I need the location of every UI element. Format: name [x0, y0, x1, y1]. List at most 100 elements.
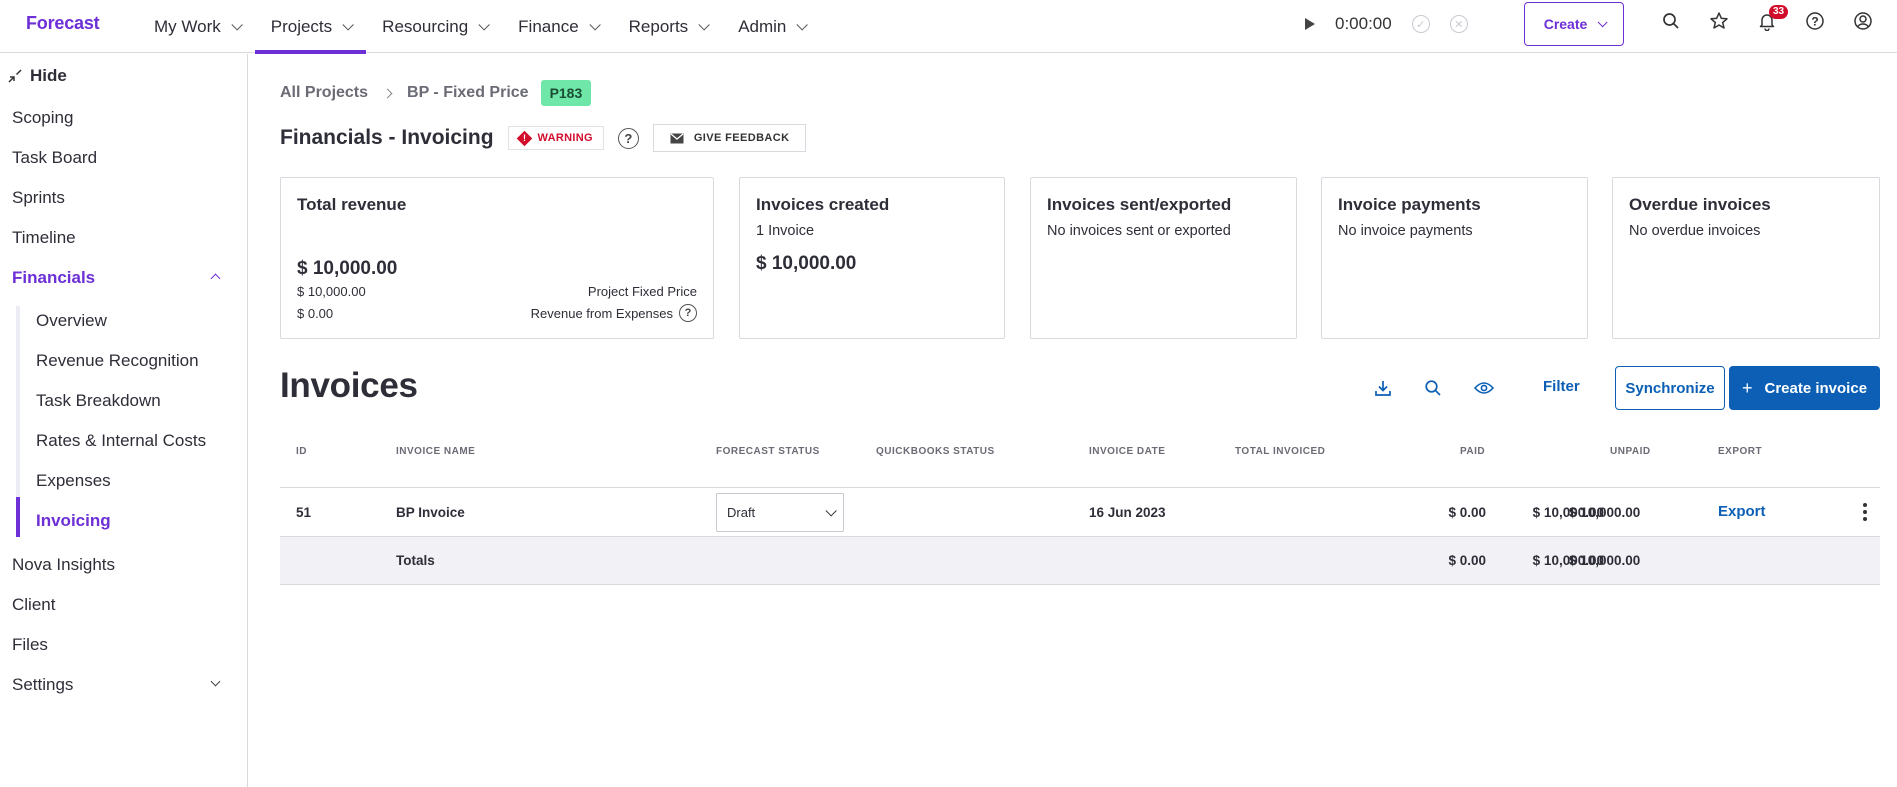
breadcrumb: All Projects BP - Fixed Price P183 — [280, 80, 592, 106]
sidebar-sub-revenue-recognition[interactable]: Revenue Recognition — [36, 351, 199, 371]
help-icon[interactable]: ? — [1804, 10, 1826, 32]
sidebar-item-nova-insights[interactable]: Nova Insights — [12, 555, 115, 575]
create-button[interactable]: Create — [1524, 2, 1624, 46]
row-divider — [280, 487, 1880, 488]
invoices-created-amount: $ 10,000.00 — [756, 253, 857, 274]
card-title: Invoices sent/exported — [1047, 195, 1232, 214]
sidebar-sub-task-breakdown[interactable]: Task Breakdown — [36, 391, 161, 411]
nav-label: Reports — [628, 16, 689, 36]
create-invoice-button[interactable]: + Create invoice — [1729, 366, 1880, 410]
give-feedback-button[interactable]: GIVE FEEDBACK — [652, 124, 807, 152]
timer: 0:00:00 ✓ ✕ — [1305, 14, 1468, 34]
eye-icon[interactable] — [1472, 376, 1496, 400]
column-header-invoice-name[interactable]: INVOICE NAME — [396, 446, 475, 457]
sidebar-item-financials[interactable]: Financials — [12, 268, 95, 288]
card-sub: No invoice payments — [1338, 223, 1473, 239]
nav-reports[interactable]: Reports — [613, 0, 723, 53]
chevron-up-icon[interactable] — [210, 273, 221, 284]
sidebar-sub-overview[interactable]: Overview — [36, 311, 107, 331]
chevron-right-icon — [382, 88, 393, 98]
column-header-paid[interactable]: PAID — [1460, 446, 1485, 457]
cancel-circle-icon[interactable]: ✕ — [1449, 15, 1468, 33]
invoice-paid: $ 0.00 — [1448, 505, 1486, 520]
play-icon[interactable] — [1305, 18, 1315, 30]
top-icons: 33 ? — [1660, 5, 1874, 32]
chevron-down-icon — [589, 18, 601, 31]
sidebar-item-client[interactable]: Client — [12, 595, 55, 615]
column-header-export[interactable]: EXPORT — [1718, 446, 1762, 457]
forecast-status-select[interactable]: Draft — [716, 493, 844, 532]
nav-finance[interactable]: Finance — [502, 0, 612, 53]
chevron-down-icon — [698, 18, 710, 31]
column-header-id[interactable]: ID — [296, 446, 307, 457]
totals-paid: $ 0.00 — [1448, 553, 1486, 568]
nav-label: Projects — [270, 16, 333, 36]
invoice-id: 51 — [296, 505, 312, 520]
synchronize-button[interactable]: Synchronize — [1615, 366, 1725, 410]
hide-label: Hide — [30, 66, 67, 85]
chevron-down-icon[interactable] — [210, 676, 221, 687]
download-icon[interactable] — [1371, 376, 1395, 400]
forecast-logo[interactable]: Forecast — [26, 13, 100, 34]
sidebar-sub-expenses[interactable]: Expenses — [36, 471, 111, 491]
totals-label: Totals — [396, 553, 435, 568]
sidebar-item-scoping[interactable]: Scoping — [12, 108, 73, 128]
expenses-revenue-label: Revenue from Expenses — [530, 305, 673, 321]
card-sub: No overdue invoices — [1629, 223, 1761, 239]
check-circle-icon[interactable]: ✓ — [1411, 15, 1430, 33]
card-title: Invoices created — [756, 195, 890, 214]
nav-my-work[interactable]: My Work — [138, 0, 255, 53]
sidebar-item-task-board[interactable]: Task Board — [12, 148, 97, 168]
column-header-total-invoiced[interactable]: TOTAL INVOICED — [1235, 446, 1325, 457]
nav-label: Admin — [738, 16, 787, 36]
star-icon[interactable] — [1708, 10, 1730, 32]
invoices-heading: Invoices — [280, 366, 418, 405]
totals-unpaid: $ 10,000.00 — [1569, 553, 1641, 568]
sidebar-item-settings[interactable]: Settings — [12, 675, 73, 695]
project-sidebar: Hide Scoping Task Board Sprints Timeline… — [0, 54, 248, 787]
card-title: Overdue invoices — [1629, 195, 1771, 214]
warning-icon: ! — [516, 130, 532, 146]
search-icon[interactable] — [1421, 376, 1445, 400]
sidebar-sub-rates-internal-costs[interactable]: Rates & Internal Costs — [36, 431, 206, 451]
timer-value: 0:00:00 — [1335, 14, 1392, 33]
filter-button[interactable]: Filter — [1543, 378, 1580, 395]
nav-projects[interactable]: Projects — [254, 0, 367, 54]
invoice-date: 16 Jun 2023 — [1089, 505, 1166, 520]
notification-badge: 33 — [1769, 5, 1789, 19]
breadcrumb-project[interactable]: BP - Fixed Price — [407, 84, 529, 102]
column-header-invoice-date[interactable]: INVOICE DATE — [1089, 446, 1165, 457]
sidebar-sub-invoicing[interactable]: Invoicing — [36, 511, 111, 531]
nav-resourcing[interactable]: Resourcing — [366, 0, 502, 53]
chevron-down-icon — [231, 18, 243, 31]
sidebar-item-sprints[interactable]: Sprints — [12, 188, 65, 208]
help-icon[interactable]: ? — [679, 304, 697, 322]
more-options-icon[interactable] — [1863, 503, 1867, 521]
breadcrumb-all-projects[interactable]: All Projects — [280, 84, 368, 102]
invoice-name[interactable]: BP Invoice — [396, 505, 465, 520]
main-nav: My Work Projects Resourcing Finance Repo… — [138, 0, 820, 54]
card-title: Invoice payments — [1338, 195, 1481, 214]
invoices-created-card: Invoices created 1 Invoice $ 10,000.00 — [739, 177, 1005, 339]
export-link[interactable]: Export — [1718, 503, 1766, 520]
invoice-unpaid: $ 10,000.00 — [1569, 505, 1641, 520]
total-revenue-card: Total revenue $ 10,000.00 $ 10,000.00 Pr… — [280, 177, 714, 339]
column-header-forecast-status[interactable]: FORECAST STATUS — [716, 446, 820, 457]
plus-icon: + — [1741, 378, 1753, 398]
bell-icon[interactable]: 33 — [1756, 5, 1789, 32]
expenses-revenue-label-row: Revenue from Expenses ? — [531, 304, 697, 322]
sidebar-item-timeline[interactable]: Timeline — [12, 228, 76, 248]
warning-button[interactable]: ! WARNING — [507, 126, 604, 150]
column-header-quickbooks-status[interactable]: QUICKBOOKS STATUS — [876, 446, 995, 457]
user-avatar-icon[interactable] — [1852, 10, 1874, 32]
column-header-unpaid[interactable]: UNPAID — [1610, 446, 1651, 457]
nav-admin[interactable]: Admin — [722, 0, 820, 53]
total-revenue-amount: $ 10,000.00 — [297, 258, 398, 279]
status-value: Draft — [727, 505, 756, 520]
sidebar-item-files[interactable]: Files — [12, 635, 48, 655]
chevron-down-icon — [825, 504, 837, 517]
envelope-icon — [670, 133, 684, 143]
hide-sidebar-button[interactable]: Hide — [8, 66, 67, 86]
search-icon[interactable] — [1660, 10, 1682, 32]
help-icon[interactable]: ? — [617, 127, 639, 149]
